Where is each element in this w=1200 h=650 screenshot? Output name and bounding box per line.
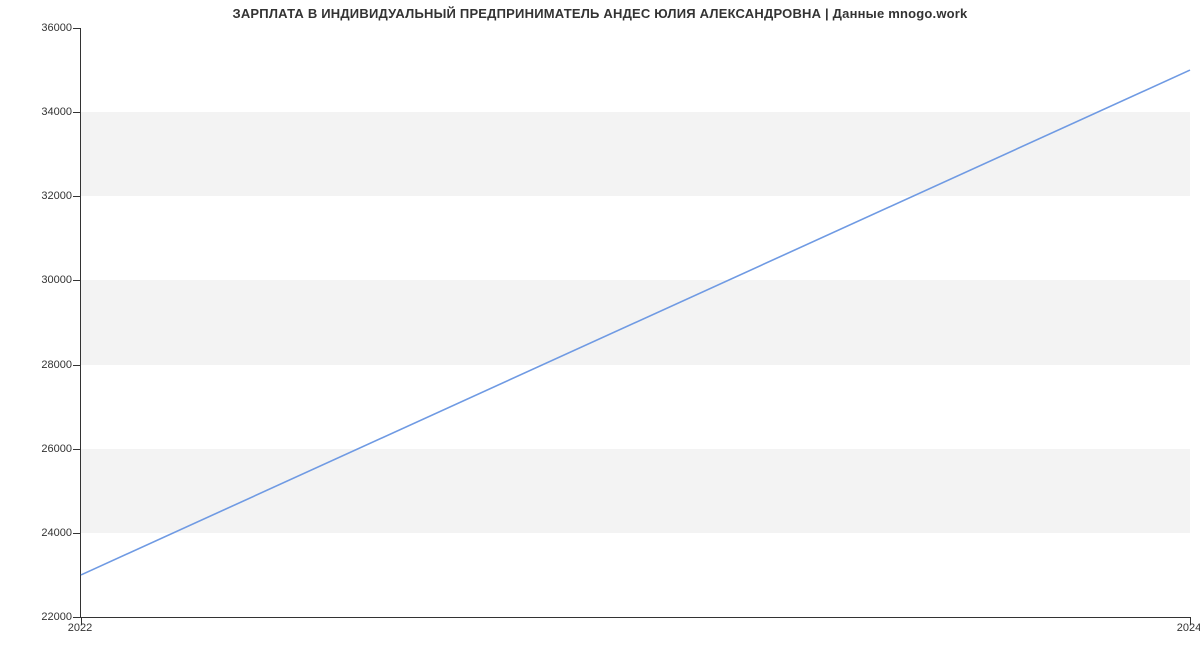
y-tick-label: 30000 [41, 274, 72, 286]
y-tick [73, 365, 81, 366]
y-tick-label: 26000 [41, 443, 72, 455]
y-tick-label: 34000 [41, 106, 72, 118]
y-tick [73, 112, 81, 113]
series-line [81, 70, 1190, 575]
plot-area [80, 28, 1190, 618]
chart-title: ЗАРПЛАТА В ИНДИВИДУАЛЬНЫЙ ПРЕДПРИНИМАТЕЛ… [0, 6, 1200, 21]
data-line-layer [81, 28, 1190, 617]
y-tick [73, 28, 81, 29]
y-tick-label: 36000 [41, 22, 72, 34]
y-tick [73, 449, 81, 450]
salary-line-chart: ЗАРПЛАТА В ИНДИВИДУАЛЬНЫЙ ПРЕДПРИНИМАТЕЛ… [0, 0, 1200, 650]
y-tick-label: 28000 [41, 359, 72, 371]
x-tick-label: 2022 [68, 622, 92, 634]
y-tick [73, 533, 81, 534]
y-tick [73, 196, 81, 197]
y-tick-label: 24000 [41, 527, 72, 539]
y-tick-label: 32000 [41, 190, 72, 202]
x-tick-label: 2024 [1177, 622, 1200, 634]
y-tick [73, 617, 81, 618]
y-tick [73, 280, 81, 281]
